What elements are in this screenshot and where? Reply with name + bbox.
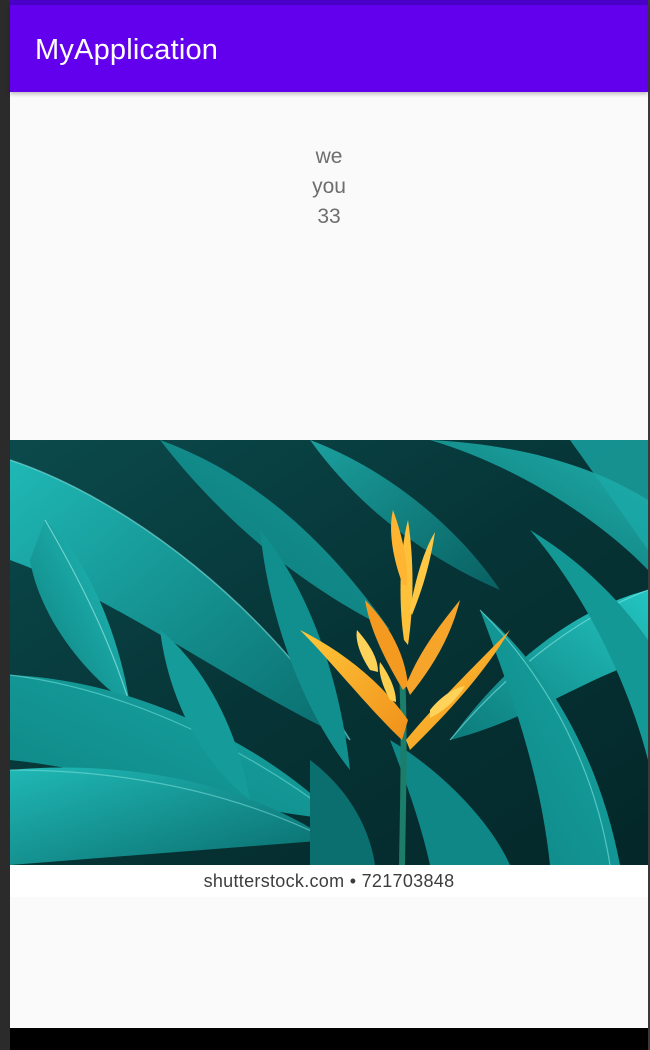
text-view-number: 33: [317, 205, 341, 228]
window-left-edge: [0, 0, 10, 1050]
image-watermark: shutterstock.com • 721703848: [10, 865, 648, 897]
emulator-frame: MyApplication we you 33 shutterstock.com…: [0, 0, 650, 1050]
flower-photo: [10, 440, 648, 865]
text-stack: we you 33: [10, 142, 648, 232]
app-title: MyApplication: [35, 34, 219, 66]
image-view: shutterstock.com • 721703848: [10, 440, 648, 897]
text-view-you: you: [312, 175, 346, 198]
system-nav-bar: [10, 1028, 648, 1050]
app-bar: MyApplication: [10, 5, 648, 92]
text-view-we: we: [315, 145, 343, 168]
main-content: we you 33 shutterstock.com • 721703848: [10, 92, 648, 1028]
